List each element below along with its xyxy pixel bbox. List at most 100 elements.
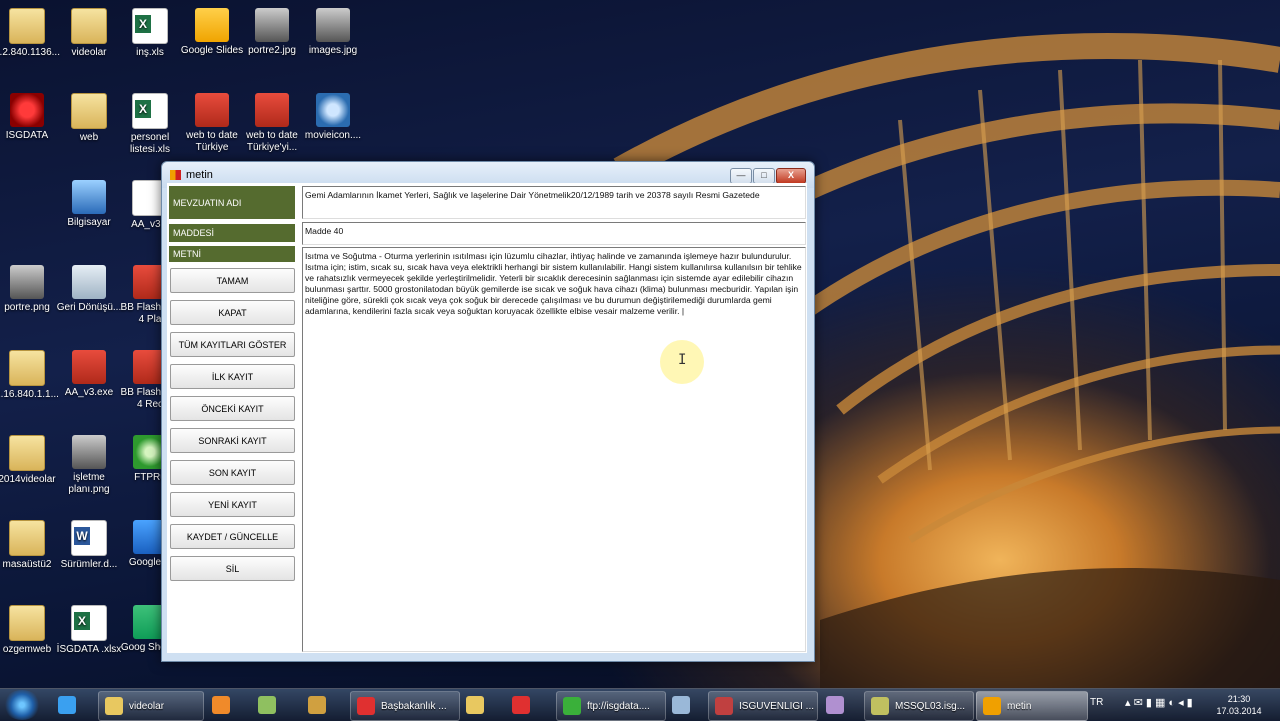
taskbar-item[interactable] — [302, 691, 342, 719]
desktop-icon[interactable]: 2014videolar — [0, 435, 60, 486]
desktop-icon-label: Bilgisayar — [67, 217, 111, 228]
desktop-icon[interactable]: ISGDATA — [0, 93, 60, 142]
metni-textarea[interactable]: Isıtma ve Soğutma - Oturma yerlerinin ıs… — [302, 247, 806, 652]
desktop-icon-label: Google Slides — [180, 45, 244, 56]
image-file-icon — [10, 265, 44, 299]
tum-kayitlari-goster-button[interactable]: TÜM KAYITLARI GÖSTER — [170, 332, 295, 357]
clock-date: 17.03.2014 — [1216, 706, 1262, 716]
yeni-kayit-button[interactable]: YENİ KAYIT — [170, 492, 295, 517]
desktop-icon-label: 2.16.840.1.1... — [0, 389, 59, 400]
internet-explorer-icon — [58, 696, 76, 714]
desktop-icon-label: Geri Dönüşü... — [56, 302, 122, 313]
taskbar-item[interactable]: MSSQL03.isg... — [864, 691, 974, 721]
text-cursor-icon: I — [678, 352, 687, 368]
clock-time: 21:30 — [1227, 694, 1251, 704]
server-icon — [672, 696, 690, 714]
taskbar-item[interactable]: videolar — [98, 691, 204, 721]
desktop-icon[interactable]: portre2.jpg — [239, 8, 305, 57]
desktop-icon[interactable]: portre.png — [0, 265, 60, 314]
kapat-button[interactable]: KAPAT — [170, 300, 295, 325]
taskbar-item[interactable] — [460, 691, 500, 719]
folder-icon — [9, 350, 45, 386]
taskbar-item[interactable]: ftp://isgdata.... — [556, 691, 666, 721]
taskbar: videolar Başbakanlık ... ftp://isgdata....… — [0, 688, 1280, 721]
desktop-icon[interactable]: Bilgisayar — [56, 180, 122, 229]
desktop-icon[interactable]: movieicon.... — [300, 93, 366, 142]
tamam-button[interactable]: TAMAM — [170, 268, 295, 293]
taskbar-item-label: ISGUVENLIGI ... — [739, 700, 815, 712]
desktop-icon-label: masaüstü2 — [2, 559, 52, 570]
computer-icon — [72, 180, 106, 214]
mevzuat-adi-field[interactable]: Gemi Adamlarının İkamet Yerleri, Sağlık … — [302, 186, 806, 219]
desktop-icon[interactable]: images.jpg — [300, 8, 366, 57]
desktop-icon[interactable]: 2.16.840.1.1... — [0, 350, 60, 401]
taskbar-item[interactable] — [820, 691, 858, 719]
form-app-icon — [983, 697, 1001, 715]
desktop-icon[interactable]: Google Slides — [179, 8, 245, 57]
desktop-icon[interactable]: ozgemweb — [0, 605, 60, 656]
image-file-icon — [72, 435, 106, 469]
desktop-icon[interactable]: personel listesi.xls — [117, 93, 183, 156]
folder-icon — [105, 697, 123, 715]
maximize-button[interactable]: □ — [753, 168, 775, 184]
close-button[interactable]: X — [776, 168, 806, 184]
desktop-icon[interactable]: masaüstü2 — [0, 520, 60, 571]
desktop-icon-label: portre.png — [4, 302, 50, 313]
app-icon — [10, 93, 44, 127]
onceki-kayit-button[interactable]: ÖNCEKİ KAYIT — [170, 396, 295, 421]
taskbar-item[interactable]: metin — [976, 691, 1088, 721]
desktop-icon-label: ISGDATA — [5, 130, 49, 141]
tray-icons[interactable]: ▴ ✉ ▮ ▦ ◐ ◂ ▮ — [1125, 696, 1193, 709]
desktop-icon-label: personel listesi.xls — [129, 132, 170, 155]
desktop-icon[interactable]: web to date Türkiye'yi... — [239, 93, 305, 154]
desktop-icon-label: portre2.jpg — [248, 45, 296, 56]
desktop-icon[interactable]: Sürümler.d... — [56, 520, 122, 571]
desktop-icon[interactable]: İSGDATA .xlsx — [56, 605, 122, 656]
minimize-button[interactable]: — — [730, 168, 752, 184]
disk-icon — [826, 696, 844, 714]
taskbar-item[interactable] — [666, 691, 706, 719]
folder-icon — [9, 605, 45, 641]
folder-icon — [9, 520, 45, 556]
excel-file-icon — [132, 93, 168, 129]
taskbar-item[interactable]: Başbakanlık ... — [350, 691, 460, 721]
desktop-icon[interactable]: işletme planı.png — [56, 435, 122, 496]
son-kayit-button[interactable]: SON KAYIT — [170, 460, 295, 485]
form-app-icon — [170, 170, 181, 180]
folder-icon — [9, 435, 45, 471]
google-slides-icon — [195, 8, 229, 42]
sil-button[interactable]: SİL — [170, 556, 295, 581]
language-indicator[interactable]: TR — [1090, 697, 1103, 708]
desktop-icon-label: web to date Türkiye'yi... — [246, 130, 298, 153]
ftp-icon — [563, 697, 581, 715]
desktop-icon-label: işletme planı.png — [68, 472, 110, 495]
desktop-icon[interactable]: inş.xls — [117, 8, 183, 59]
desktop-icon[interactable]: Geri Dönüşü... — [56, 265, 122, 314]
yandex-icon — [512, 696, 530, 714]
taskbar-item-label: ftp://isgdata.... — [587, 700, 650, 712]
desktop-icon-label: movieicon.... — [304, 130, 362, 141]
ilk-kayit-button[interactable]: İLK KAYIT — [170, 364, 295, 389]
sonraki-kayit-button[interactable]: SONRAKİ KAYIT — [170, 428, 295, 453]
maddesi-field[interactable]: Madde 40 — [302, 222, 806, 245]
clock[interactable]: 21:30 17.03.2014 — [1204, 693, 1274, 717]
taskbar-item[interactable] — [252, 691, 292, 719]
taskbar-item[interactable] — [52, 691, 86, 719]
image-file-icon — [316, 8, 350, 42]
desktop-icon[interactable]: videolar — [56, 8, 122, 59]
desktop-icon[interactable]: web — [56, 93, 122, 144]
metni-label: METNİ — [169, 246, 295, 262]
word-file-icon — [71, 520, 107, 556]
folder-icon — [466, 696, 484, 714]
desktop-icon[interactable]: AA_v3.exe — [56, 350, 122, 399]
taskbar-item[interactable] — [206, 691, 246, 719]
taskbar-item[interactable]: ISGUVENLIGI ... — [708, 691, 818, 721]
desktop-icon-label: ozgemweb — [2, 644, 52, 655]
taskbar-item-label: Başbakanlık ... — [381, 700, 447, 712]
app-icon — [715, 697, 733, 715]
start-button[interactable] — [3, 690, 41, 720]
kaydet-guncelle-button[interactable]: KAYDET / GÜNCELLE — [170, 524, 295, 549]
desktop-icon[interactable]: web to date Türkiye — [179, 93, 245, 154]
desktop-icon[interactable]: 1.2.840.1136... — [0, 8, 60, 59]
taskbar-item[interactable] — [506, 691, 546, 719]
